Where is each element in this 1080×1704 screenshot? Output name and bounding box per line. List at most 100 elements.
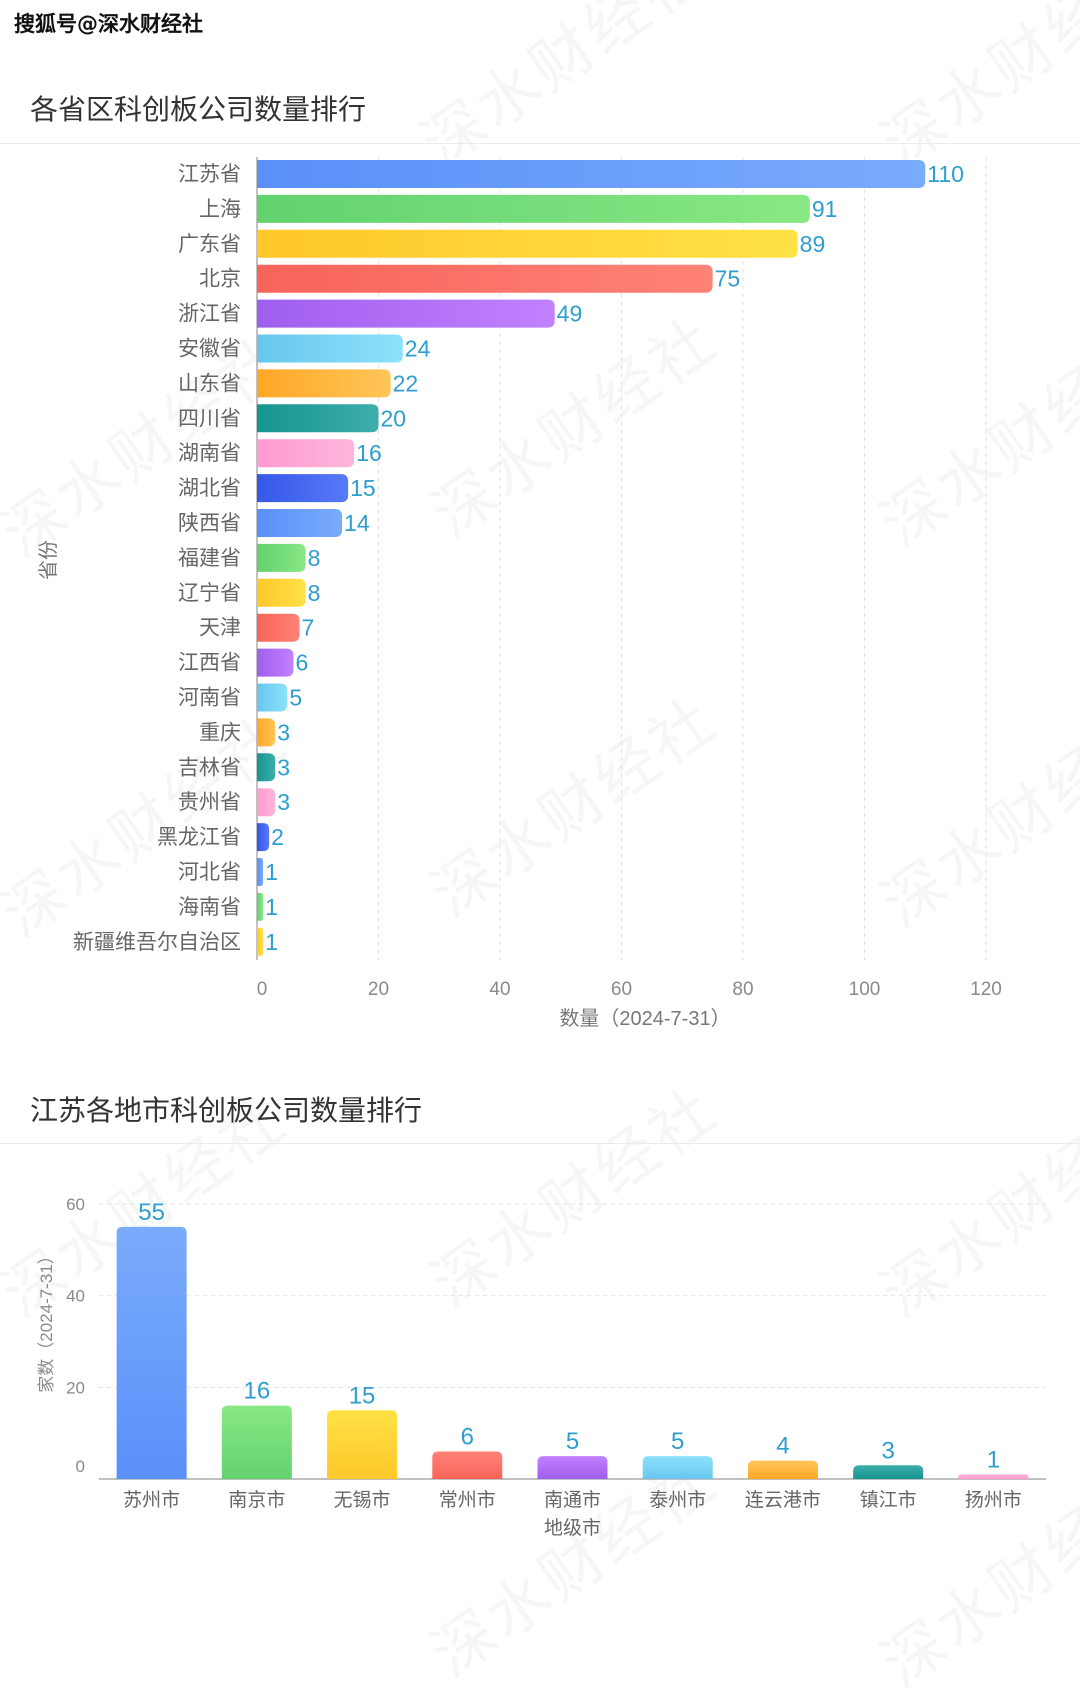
category-label: 河北省 <box>178 861 241 884</box>
value-label: 8 <box>308 580 321 606</box>
category-label: 陕西省 <box>178 512 241 535</box>
bar <box>257 578 306 607</box>
bar <box>537 1456 608 1479</box>
value-label: 24 <box>405 336 431 362</box>
x-tick-label: 60 <box>611 979 632 1000</box>
value-label: 15 <box>350 475 376 501</box>
bar <box>257 299 555 328</box>
value-label: 110 <box>927 161 964 187</box>
value-label: 3 <box>881 1437 894 1464</box>
category-label: 广东省 <box>178 233 241 256</box>
value-label: 6 <box>461 1424 474 1451</box>
value-label: 89 <box>800 231 826 257</box>
y-tick-label: 40 <box>66 1287 85 1306</box>
bar <box>958 1474 1029 1479</box>
category-label: 江西省 <box>178 652 241 675</box>
value-label: 1 <box>987 1446 1000 1473</box>
category-label: 天津 <box>199 617 241 640</box>
bar <box>116 1226 187 1479</box>
bar <box>257 334 403 363</box>
bar <box>257 788 276 817</box>
value-label: 5 <box>566 1428 579 1455</box>
value-label: 3 <box>277 719 290 745</box>
category-label: 南通市 <box>544 1489 601 1511</box>
value-label: 22 <box>393 370 419 396</box>
value-label: 20 <box>381 405 407 431</box>
source-label: 搜狐号@深水财经社 <box>14 12 203 36</box>
bar <box>257 543 306 572</box>
bar <box>257 613 300 642</box>
category-label: 北京 <box>199 268 241 291</box>
category-label: 上海 <box>199 198 241 221</box>
bar <box>257 683 288 712</box>
chart-title-jiangsu-cities: 江苏各地市科创板公司数量排行 <box>30 1094 423 1127</box>
bar <box>257 229 798 258</box>
value-label: 4 <box>776 1433 789 1460</box>
bar <box>257 892 264 921</box>
category-label: 苏州市 <box>123 1489 180 1511</box>
bar <box>257 858 264 886</box>
x-tick-label: 40 <box>489 979 510 1000</box>
category-label: 海南省 <box>178 896 241 919</box>
y-tick-label: 60 <box>66 1195 85 1214</box>
x-tick-label: 80 <box>732 979 753 1000</box>
bar <box>257 509 343 537</box>
x-axis-title: 数量（2024-7-31） <box>559 1007 730 1030</box>
bar <box>257 160 926 188</box>
x-tick-label: 120 <box>970 979 1002 1000</box>
x-tick-label: 100 <box>849 979 881 1000</box>
category-label: 新疆维吾尔自治区 <box>73 931 241 954</box>
value-label: 3 <box>277 789 290 815</box>
x-tick-label: 0 <box>257 979 268 1000</box>
category-label: 重庆 <box>199 721 241 744</box>
category-label: 四川省 <box>178 407 241 430</box>
bar <box>257 753 276 782</box>
title-divider <box>0 1143 1080 1144</box>
value-label: 1 <box>265 929 278 955</box>
category-label: 安徽省 <box>178 338 241 361</box>
value-label: 91 <box>812 196 838 222</box>
category-label: 江苏省 <box>178 163 241 186</box>
bar <box>257 474 349 503</box>
y-tick-label: 20 <box>66 1378 85 1397</box>
bar <box>257 823 270 852</box>
category-label: 湖南省 <box>178 442 241 465</box>
bar <box>257 264 713 293</box>
value-label: 16 <box>243 1378 270 1405</box>
value-label: 49 <box>557 301 583 327</box>
category-label: 湖北省 <box>178 477 241 500</box>
value-label: 6 <box>295 650 308 676</box>
category-label: 连云港市 <box>745 1489 821 1511</box>
province-bar-chart: 0 20 40 60 80 100 120江苏省 110上海 91广东省 89北京 75浙江省 49安… <box>37 157 1002 1030</box>
x-tick-label: 20 <box>368 979 389 1000</box>
category-label: 扬州市 <box>965 1489 1022 1511</box>
value-label: 8 <box>308 545 321 571</box>
category-label: 福建省 <box>178 547 241 570</box>
bar <box>221 1405 292 1479</box>
value-label: 1 <box>265 859 278 885</box>
bar <box>257 439 355 468</box>
value-label: 3 <box>277 754 290 780</box>
y-axis-title: 省份 <box>37 540 60 580</box>
value-label: 2 <box>271 824 284 850</box>
value-label: 5 <box>289 685 302 711</box>
category-label: 无锡市 <box>334 1489 391 1511</box>
value-label: 75 <box>715 266 741 292</box>
bar <box>257 369 391 398</box>
bar <box>257 718 276 747</box>
category-label: 吉林省 <box>178 756 241 779</box>
chart-title-provinces: 各省区科创板公司数量排行 <box>30 93 367 126</box>
bar <box>257 404 379 433</box>
value-label: 5 <box>671 1428 684 1455</box>
bar <box>853 1465 924 1479</box>
category-label: 河南省 <box>178 687 241 710</box>
x-axis-title: 地级市 <box>544 1517 601 1539</box>
category-label: 贵州省 <box>178 791 241 814</box>
value-label: 1 <box>265 894 278 920</box>
bar <box>432 1451 503 1479</box>
category-label: 辽宁省 <box>178 582 241 605</box>
category-label: 黑龙江省 <box>157 826 241 849</box>
category-label: 泰州市 <box>649 1489 706 1511</box>
y-tick-label: 0 <box>76 1457 85 1476</box>
bar <box>327 1410 398 1479</box>
